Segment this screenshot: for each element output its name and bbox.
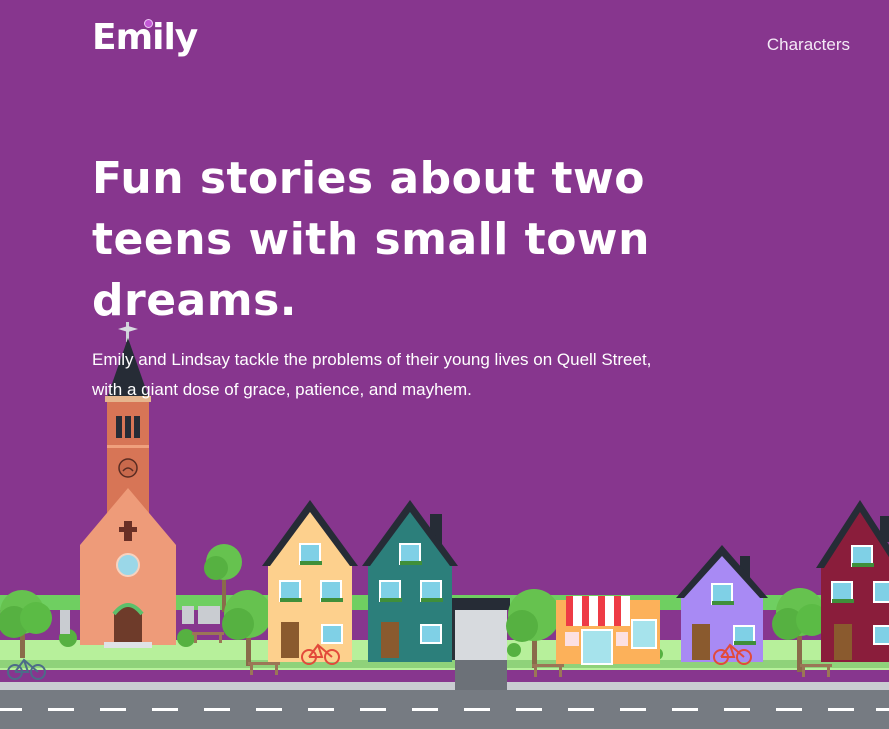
bench-far-right xyxy=(800,664,832,677)
hero-intro: Emily and Lindsay tackle the problems of… xyxy=(92,350,652,399)
maroon-house xyxy=(816,500,889,662)
nav-characters-link[interactable]: Characters xyxy=(767,35,850,55)
teal-house xyxy=(362,500,458,662)
purple-house xyxy=(676,545,768,662)
road xyxy=(0,690,889,729)
logo-dot-icon xyxy=(144,19,153,28)
garage xyxy=(452,598,510,660)
bench-middle xyxy=(532,664,564,677)
driveway xyxy=(455,660,507,690)
yellow-house xyxy=(262,500,358,662)
curb xyxy=(0,682,889,690)
site-logo[interactable]: Emily xyxy=(92,18,198,58)
shop xyxy=(556,596,660,665)
shop-awning xyxy=(566,596,630,626)
